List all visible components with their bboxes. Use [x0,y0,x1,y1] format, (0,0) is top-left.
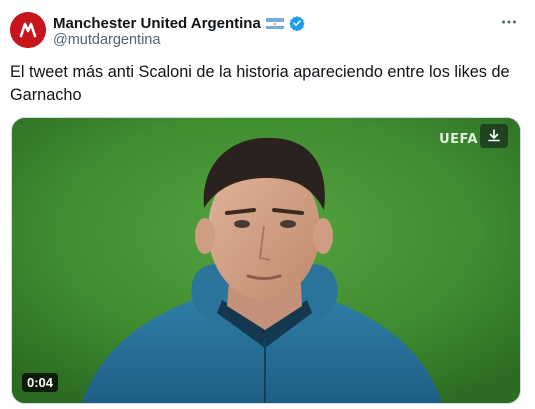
more-options-icon [502,20,516,24]
download-button[interactable] [480,124,508,148]
video-player[interactable]: UEFA 0:04 [11,117,521,404]
tweet-card: Manchester United Argentina @mutdargenti… [0,0,535,409]
author-name-row: Manchester United Argentina [53,13,305,33]
more-options-button[interactable] [499,12,519,32]
download-icon [488,129,500,142]
verified-badge-icon [289,15,305,32]
uefa-watermark: UEFA [439,132,478,147]
video-duration-badge: 0:04 [22,373,59,392]
tweet-text: El tweet más anti Scaloni de la historia… [10,63,510,104]
argentina-flag-icon [265,17,284,29]
avatar[interactable] [10,12,46,48]
author-handle[interactable]: @mutdargentina [53,32,160,48]
club-crest-icon [10,12,46,48]
author-display-name[interactable]: Manchester United Argentina [53,15,261,32]
video-thumbnail [12,118,520,403]
